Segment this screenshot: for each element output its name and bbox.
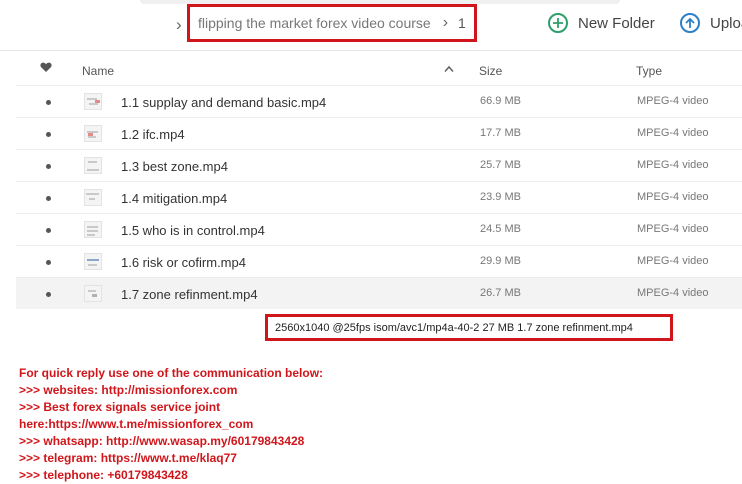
breadcrumb: flipping the market forex video course ›… <box>187 4 477 42</box>
favorite-dot-icon[interactable] <box>46 292 51 297</box>
arrow-up-circle-icon <box>680 13 700 33</box>
file-size: 66.9 MB <box>480 95 521 107</box>
new-folder-button[interactable]: New Folder <box>548 13 655 33</box>
upload-button[interactable]: Uploa <box>680 13 742 33</box>
file-type: MPEG-4 video <box>637 191 709 203</box>
promo-text: For quick reply use one of the communica… <box>19 365 579 484</box>
file-size: 23.9 MB <box>480 191 521 203</box>
heart-icon[interactable] <box>40 62 52 76</box>
file-size: 17.7 MB <box>480 127 521 139</box>
promo-line: For quick reply use one of the communica… <box>19 366 324 380</box>
promo-line: >>> telephone: +60179843428 <box>19 468 188 482</box>
favorite-dot-icon[interactable] <box>46 100 51 105</box>
video-thumbnail <box>84 93 102 110</box>
file-type: MPEG-4 video <box>637 287 709 299</box>
breadcrumb-folder[interactable]: flipping the market forex video course <box>198 15 431 31</box>
file-type: MPEG-4 video <box>637 127 709 139</box>
top-bar: › flipping the market forex video course… <box>0 0 742 51</box>
file-name: 1.2 ifc.mp4 <box>121 127 185 142</box>
new-folder-label: New Folder <box>578 14 655 32</box>
video-thumbnail <box>84 157 102 174</box>
favorite-dot-icon[interactable] <box>46 196 51 201</box>
column-header-type[interactable]: Type <box>636 64 662 78</box>
chevron-up-icon[interactable] <box>444 62 454 76</box>
file-name: 1.4 mitigation.mp4 <box>121 191 228 206</box>
file-info-status: 2560x1040 @25fps isom/avc1/mp4a-40-2 27 … <box>265 314 673 341</box>
favorite-dot-icon[interactable] <box>46 228 51 233</box>
file-size: 26.7 MB <box>480 287 521 299</box>
file-type: MPEG-4 video <box>637 159 709 171</box>
file-type: MPEG-4 video <box>637 95 709 107</box>
promo-line: >>> websites: http://missionforex.com <box>19 383 238 397</box>
column-header-size[interactable]: Size <box>479 64 502 78</box>
file-name: 1.7 zone refinment.mp4 <box>121 287 258 302</box>
file-name: 1.1 supplay and demand basic.mp4 <box>121 95 327 110</box>
breadcrumb-separator-icon: › <box>442 14 449 31</box>
file-name: 1.6 risk or cofirm.mp4 <box>121 255 246 270</box>
file-list: 1.1 supplay and demand basic.mp4 66.9 MB… <box>16 85 742 309</box>
file-name: 1.3 best zone.mp4 <box>121 159 228 174</box>
table-row[interactable]: 1.2 ifc.mp4 17.7 MB MPEG-4 video <box>16 117 742 149</box>
file-name: 1.5 who is in control.mp4 <box>121 223 265 238</box>
video-thumbnail <box>84 253 102 270</box>
table-row[interactable]: 1.4 mitigation.mp4 23.9 MB MPEG-4 video <box>16 181 742 213</box>
file-type: MPEG-4 video <box>637 255 709 267</box>
table-row-selected[interactable]: 1.7 zone refinment.mp4 26.7 MB MPEG-4 vi… <box>16 277 742 309</box>
file-size: 24.5 MB <box>480 223 521 235</box>
table-row[interactable]: 1.3 best zone.mp4 25.7 MB MPEG-4 video <box>16 149 742 181</box>
video-thumbnail <box>84 189 102 206</box>
favorite-dot-icon[interactable] <box>46 260 51 265</box>
video-thumbnail <box>84 221 102 238</box>
file-info-text: 2560x1040 @25fps isom/avc1/mp4a-40-2 27 … <box>275 321 633 334</box>
table-row[interactable]: 1.1 supplay and demand basic.mp4 66.9 MB… <box>16 85 742 117</box>
upload-label: Uploa <box>710 14 742 32</box>
file-size: 29.9 MB <box>480 255 521 267</box>
favorite-dot-icon[interactable] <box>46 164 51 169</box>
file-size: 25.7 MB <box>480 159 521 171</box>
promo-line: >>> telegram: https://www.t.me/klaq77 <box>19 451 237 465</box>
video-thumbnail <box>84 285 102 302</box>
favorite-dot-icon[interactable] <box>46 132 51 137</box>
breadcrumb-subfolder[interactable]: 1 <box>458 15 466 31</box>
video-thumbnail <box>84 125 102 142</box>
promo-line: >>> Best forex signals service joint <box>19 400 221 414</box>
table-row[interactable]: 1.5 who is in control.mp4 24.5 MB MPEG-4… <box>16 213 742 245</box>
promo-line: here:https://www.t.me/missionforex_com <box>19 417 254 431</box>
breadcrumb-chevron-icon: › <box>176 15 182 34</box>
promo-line: >>> whatsapp: http://www.wasap.my/601798… <box>19 434 305 448</box>
file-type: MPEG-4 video <box>637 223 709 235</box>
plus-circle-icon <box>548 13 568 33</box>
column-header-name[interactable]: Name <box>82 64 114 78</box>
table-row[interactable]: 1.6 risk or cofirm.mp4 29.9 MB MPEG-4 vi… <box>16 245 742 277</box>
table-header: Name Size Type <box>16 56 742 84</box>
